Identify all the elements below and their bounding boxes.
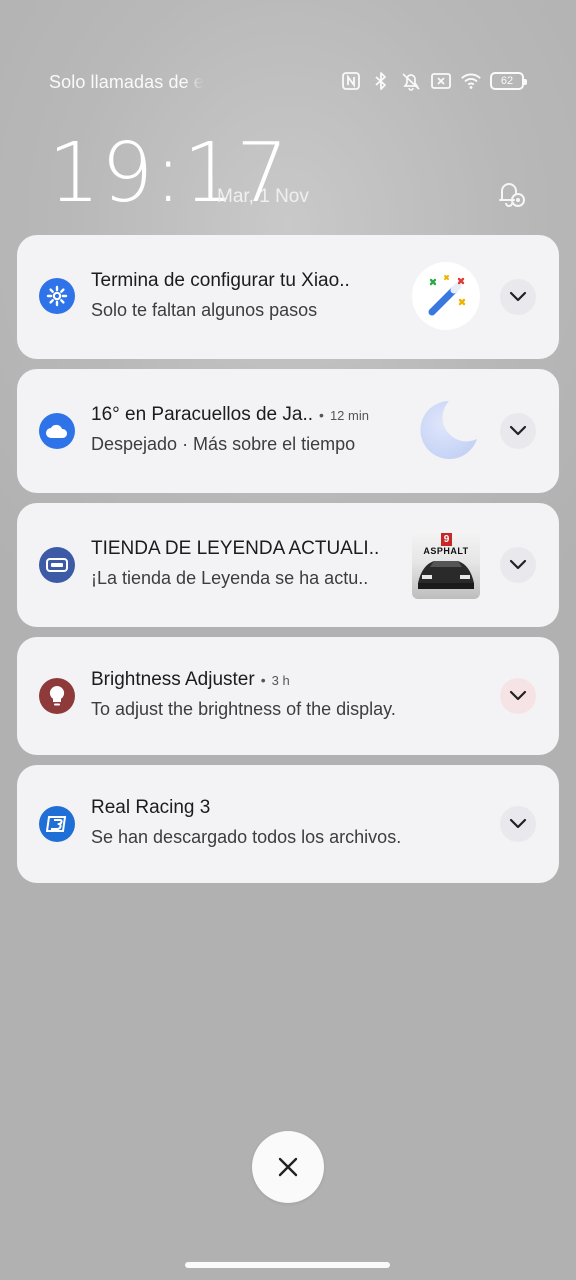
bluetooth-icon: [370, 70, 392, 92]
chevron-down-icon: [509, 818, 527, 829]
chevron-down-icon: [509, 690, 527, 701]
muted-vibrate-icon: [400, 70, 422, 92]
notification-body: Despejado · Más sobre el tiempo: [91, 434, 356, 454]
notification-body: To adjust the brightness of the display.: [91, 699, 396, 719]
notification-body: ¡La tienda de Leyenda se ha actu..: [91, 568, 369, 588]
notification-title: TIENDA DE LEYENDA ACTUALI..: [91, 538, 380, 559]
no-sim-icon: [430, 70, 452, 92]
expand-button[interactable]: [500, 279, 536, 315]
notification-body: Solo te faltan algunos pasos: [91, 300, 318, 320]
status-icons: 62: [340, 70, 527, 92]
notification-card-brightness[interactable]: Brightness Adjuster • 3 h To adjust the …: [17, 637, 559, 755]
notification-title-row: 16° en Paracuellos de Ja.. • 12 min: [91, 404, 369, 426]
close-icon: [278, 1157, 298, 1177]
notification-card-weather[interactable]: 16° en Paracuellos de Ja.. • 12 min Desp…: [17, 369, 559, 493]
battery-icon: 62: [490, 72, 527, 90]
lightbulb-icon: [39, 678, 75, 714]
chevron-down-icon: [509, 425, 527, 436]
settings-gear-icon: [39, 278, 75, 314]
notification-body: Se han descargado todos los archivos.: [91, 827, 402, 847]
wifi-icon: [460, 70, 482, 92]
status-bar: Solo llamadas de e 62: [0, 60, 576, 104]
notification-title: Real Racing 3: [91, 797, 211, 818]
notification-time: 12 min: [329, 408, 369, 423]
notification-title: 16° en Paracuellos de Ja..: [91, 404, 314, 425]
moon-icon: [415, 397, 483, 465]
clear-all-button[interactable]: [252, 1131, 324, 1203]
notification-title: Brightness Adjuster: [91, 669, 255, 690]
chevron-down-icon: [509, 291, 527, 302]
notification-card-setup[interactable]: Termina de configurar tu Xiao.. Solo te …: [17, 235, 559, 359]
real-racing-3-icon: [39, 806, 75, 842]
notification-card-real-racing[interactable]: Real Racing 3 Se han descargado todos lo…: [17, 765, 559, 883]
notification-title: Termina de configurar tu Xiao..: [91, 270, 350, 291]
carrier-label: Solo llamadas de e: [49, 72, 204, 92]
expand-button[interactable]: [500, 678, 536, 714]
expand-button[interactable]: [500, 547, 536, 583]
asphalt-9-thumbnail: 9 ASPHALT: [412, 531, 480, 599]
weather-cloud-icon: [39, 413, 75, 449]
expand-button[interactable]: [500, 806, 536, 842]
notification-time: 3 h: [271, 673, 290, 688]
home-indicator[interactable]: [185, 1262, 390, 1268]
separator-dot: •: [260, 672, 266, 688]
magic-wand-icon: [412, 262, 480, 330]
separator-dot: •: [319, 407, 324, 423]
game-center-icon: [39, 547, 75, 583]
chevron-down-icon: [509, 559, 527, 570]
nfc-icon: [340, 70, 362, 92]
notification-settings-icon[interactable]: [494, 176, 528, 210]
notification-title-row: Brightness Adjuster • 3 h: [91, 669, 290, 691]
expand-button[interactable]: [500, 413, 536, 449]
notification-card-asphalt[interactable]: TIENDA DE LEYENDA ACTUALI.. ¡La tienda d…: [17, 503, 559, 627]
battery-level: 62: [500, 75, 514, 87]
lockscreen-date: Mar, 1 Nov: [217, 186, 309, 207]
